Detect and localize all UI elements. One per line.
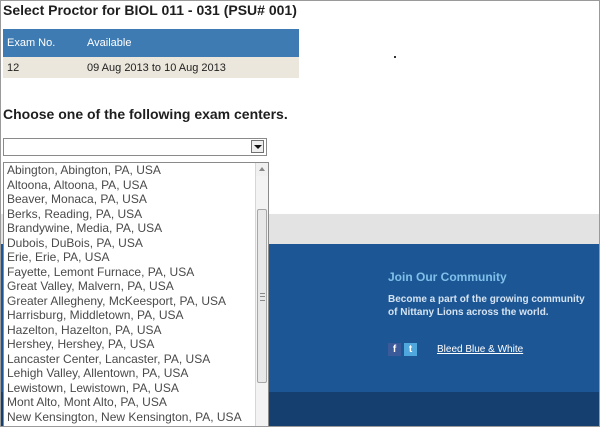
twitter-icon[interactable]: t xyxy=(404,343,417,356)
bleed-blue-white-link[interactable]: Bleed Blue & White xyxy=(437,344,523,355)
page-title: Select Proctor for BIOL 011 - 031 (PSU# … xyxy=(3,2,297,18)
table-row: 12 09 Aug 2013 to 10 Aug 2013 xyxy=(3,57,299,78)
scroll-grip-icon xyxy=(260,293,265,301)
exam-center-option[interactable]: Erie, Erie, PA, USA xyxy=(4,250,256,265)
exam-center-option[interactable]: Hazelton, Hazelton, PA, USA xyxy=(4,323,256,338)
exam-table-header-row: Exam No. Available xyxy=(3,29,299,57)
social-icons: f t xyxy=(388,343,417,356)
exam-center-option[interactable]: Altoona, Altoona, PA, USA xyxy=(4,178,256,193)
exam-center-option[interactable]: Great Valley, Malvern, PA, USA xyxy=(4,279,256,294)
exam-center-option[interactable]: Brandywine, Media, PA, USA xyxy=(4,221,256,236)
exam-center-option[interactable]: Harrisburg, Middletown, PA, USA xyxy=(4,308,256,323)
exam-centers-heading: Choose one of the following exam centers… xyxy=(3,106,288,122)
exam-center-option[interactable]: Abington, Abington, PA, USA xyxy=(4,163,256,178)
exam-center-option[interactable]: Fayette, Lemont Furnace, PA, USA xyxy=(4,265,256,280)
column-header-available: Available xyxy=(83,29,299,57)
page-frame: Select Proctor for BIOL 011 - 031 (PSU# … xyxy=(0,0,600,427)
community-text: Become a part of the growing community o… xyxy=(388,294,585,318)
exam-number-cell: 12 xyxy=(3,57,83,78)
exam-table: Exam No. Available 12 09 Aug 2013 to 10 … xyxy=(3,29,299,78)
exam-center-select[interactable] xyxy=(3,138,267,156)
chevron-down-icon[interactable] xyxy=(251,140,264,153)
stray-dot xyxy=(394,56,396,58)
exam-center-option[interactable]: Hershey, Hershey, PA, USA xyxy=(4,337,256,352)
column-header-exam-no: Exam No. xyxy=(3,29,83,57)
exam-center-option[interactable]: Lewistown, Lewistown, PA, USA xyxy=(4,381,256,396)
exam-center-option[interactable]: Dubois, DuBois, PA, USA xyxy=(4,236,256,251)
exam-center-option[interactable]: New Kensington, New Kensington, PA, USA xyxy=(4,410,256,425)
community-title: Join Our Community xyxy=(388,270,507,284)
exam-center-option[interactable]: Lancaster Center, Lancaster, PA, USA xyxy=(4,352,256,367)
facebook-icon[interactable]: f xyxy=(388,343,401,356)
dropdown-scrollbar[interactable] xyxy=(255,163,268,426)
scroll-thumb[interactable] xyxy=(257,209,267,383)
scroll-up-icon[interactable] xyxy=(256,163,268,176)
exam-center-option[interactable]: Lehigh Valley, Allentown, PA, USA xyxy=(4,366,256,381)
exam-center-dropdown-list: Abington, Abington, PA, USA Altoona, Alto… xyxy=(3,162,269,426)
exam-center-option[interactable]: Berks, Reading, PA, USA xyxy=(4,207,256,222)
option-list: Abington, Abington, PA, USA Altoona, Alto… xyxy=(4,163,256,424)
exam-center-option[interactable]: Greater Allegheny, McKeesport, PA, USA xyxy=(4,294,256,309)
available-dates-cell: 09 Aug 2013 to 10 Aug 2013 xyxy=(83,57,299,78)
exam-center-option[interactable]: Mont Alto, Mont Alto, PA, USA xyxy=(4,395,256,410)
exam-center-option[interactable]: Beaver, Monaca, PA, USA xyxy=(4,192,256,207)
